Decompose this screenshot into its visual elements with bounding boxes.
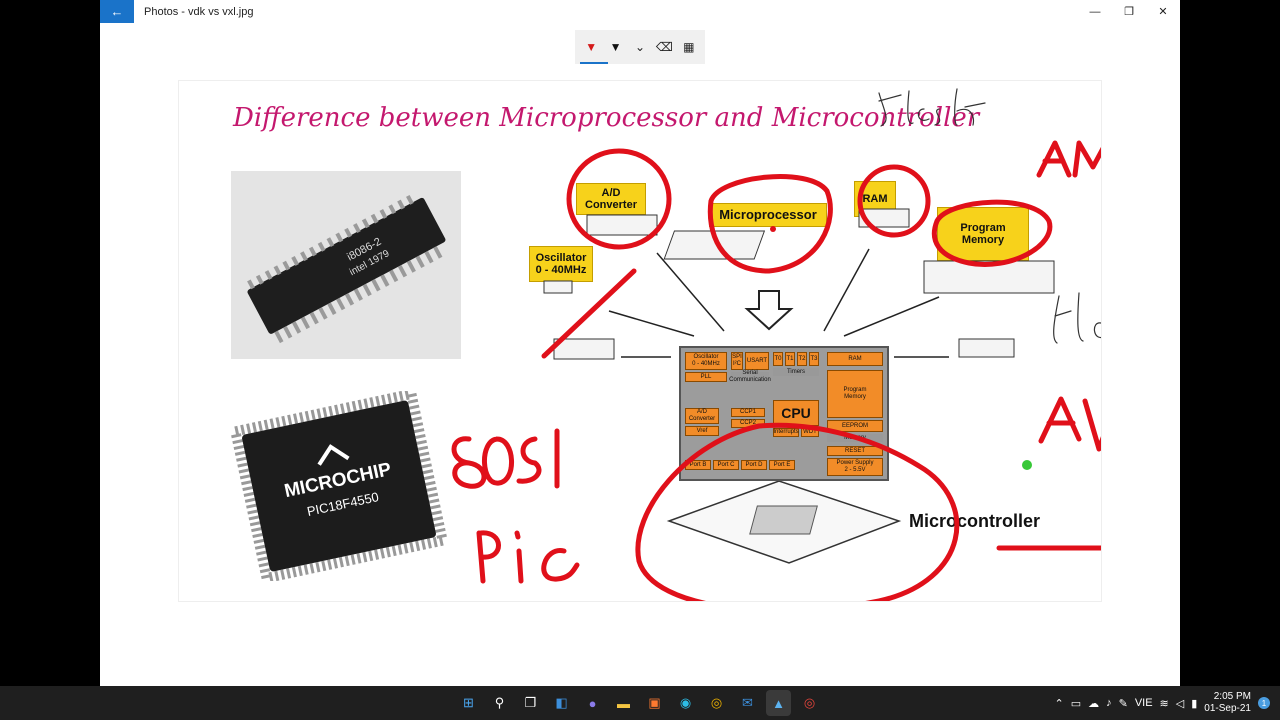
clock[interactable]: 2:05 PM 01-Sep-21 [1204,691,1251,715]
ink-text-pic [476,530,580,584]
block-serial: Serial Communication [729,370,771,383]
block-port-b: Port B [685,460,711,470]
wifi-icon[interactable]: ≋ [1160,697,1169,710]
red-pen-icon: ▼ [585,40,598,54]
file-explorer-icon[interactable]: ▬ [611,690,636,716]
block-ccp1: CCP1 [731,408,765,417]
block-port-c: Port C [713,460,739,470]
clock-time: 2:05 PM [1213,691,1251,702]
oscillator-label: Oscillator 0 - 40MHz [529,246,593,282]
eraser-tool[interactable]: ⌫ [653,34,675,60]
ink-text-8051 [451,428,560,489]
slide-title: Difference between Microprocessor and Mi… [233,103,980,133]
language-indicator[interactable]: VIE [1135,697,1153,709]
block-ad-converter: A/D Converter [685,408,719,424]
eraser-icon: ⌫ [655,40,673,54]
widgets-icon[interactable]: ◧ [549,690,574,716]
edge-icon[interactable]: ◉ [673,690,698,716]
title-bar: ← Photos - vdk vs vxl.jpg — ❐ ✕ [100,0,1180,23]
block-eeprom: EEPROM [827,420,883,432]
image-canvas[interactable]: Difference between Microprocessor and Mi… [178,80,1102,602]
block-t2: T2 [797,352,807,366]
ad-converter-label: A/D Converter [576,183,646,215]
ink-text-avr [1038,396,1101,452]
block-vref: Vref [685,426,719,436]
back-button[interactable]: ← [100,0,134,23]
block-wdt: WDT [801,428,819,437]
chrome-alt-icon[interactable]: ◎ [797,690,822,716]
system-tray: ⌃ ▭ ☁ ♪ ✎ VIE ≋ ◁ ▮ 2:05 PM 01-Sep-21 1 [1054,686,1270,720]
close-button[interactable]: ✕ [1146,0,1180,23]
block-reset: RESET [827,446,883,456]
notification-badge[interactable]: 1 [1258,697,1270,709]
window-title: Photos - vdk vs vxl.jpg [144,5,254,18]
red-pen-tool[interactable]: ▼ [580,34,609,64]
ram-label: RAM [854,181,896,217]
pen-toolbar: ▼ ▼ ⌄ ⌫ ▦ [575,30,705,64]
block-ccp2: CCP2 [731,419,765,428]
ruler-icon: ▦ [683,40,695,54]
ink-dot-red [1101,223,1102,231]
microcontroller-label: Microcontroller [909,511,1041,531]
ink-dot-green [1022,460,1032,470]
dip-chip-drawing: i8086-2 intel 1979 [231,171,461,359]
microprocessor-label: Microprocessor [709,203,827,227]
pencil-tool[interactable]: ⌄ [629,34,651,60]
block-interrupts: Interrupts [773,428,799,437]
power-icon[interactable]: ▮ [1191,697,1197,710]
microphone-icon[interactable]: ♪ [1106,697,1112,709]
block-memory: Memory [827,434,883,442]
block-spi: SPI I²C [731,352,743,370]
minimize-button[interactable]: — [1078,0,1112,23]
maximize-button[interactable]: ❐ [1112,0,1146,23]
block-t0: T0 [773,352,783,366]
photos-app-window: ← Photos - vdk vs vxl.jpg — ❐ ✕ ▼ ▼ ⌄ ⌫ … [100,0,1180,686]
block-port-d: Port D [741,460,767,470]
arrow-left-icon: ← [110,4,124,19]
ink-text-flash-right [1053,292,1101,344]
chat-icon[interactable]: ● [580,690,605,716]
microcontroller-block-diagram: Oscillator 0 - 40MHz PLL SPI I²C USART S… [679,346,889,481]
black-pen-tool[interactable]: ▼ [605,34,627,60]
block-t3: T3 [809,352,819,366]
program-memory-label: Program Memory [937,207,1029,261]
ink-stroke-oscillator [541,268,637,359]
clock-date: 01-Sep-21 [1204,703,1251,714]
windows-start-icon[interactable]: ⊞ [456,690,481,716]
pic-chip-drawing: MICROCHIP PIC18F4550 [229,387,449,585]
windows-taskbar: ⊞ ⚲ ❐ ◧ ● ▬ ▣ ◉ ◎ ✉ ▲ ◎ ⌃ ▭ ☁ ♪ ✎ VIE ≋ … [0,686,1280,720]
store-icon[interactable]: ▣ [642,690,667,716]
block-usart: USART [745,352,769,370]
block-program-memory: Program Memory [827,370,883,418]
ruler-tool[interactable]: ▦ [678,34,700,60]
block-timers: Timers [773,368,819,376]
photos-icon[interactable]: ▲ [766,690,791,716]
block-port-e: Port E [769,460,795,470]
window-controls: — ❐ ✕ [1078,0,1180,23]
block-power-supply: Power Supply 2 - 5.5V [827,458,883,476]
mail-icon[interactable]: ✉ [735,690,760,716]
ink-text-amr [1036,140,1101,178]
battery-icon[interactable]: ▭ [1071,697,1081,710]
search-icon[interactable]: ⚲ [487,690,512,716]
block-ram: RAM [827,352,883,366]
block-cpu: CPU [773,400,819,426]
volume-icon[interactable]: ◁ [1176,697,1184,710]
pen-icon[interactable]: ✎ [1119,697,1128,710]
block-oscillator: Oscillator 0 - 40MHz [685,352,727,370]
chrome-icon[interactable]: ◎ [704,690,729,716]
block-t1: T1 [785,352,795,366]
task-view-icon[interactable]: ❐ [518,690,543,716]
black-pen-icon: ▼ [609,40,622,54]
dip-chip-photo: i8086-2 intel 1979 [231,171,461,359]
block-pll: PLL [685,372,727,382]
chevron-up-icon[interactable]: ⌃ [1054,697,1063,710]
cloud-icon[interactable]: ☁ [1088,697,1099,710]
taskbar-pinned-apps: ⊞ ⚲ ❐ ◧ ● ▬ ▣ ◉ ◎ ✉ ▲ ◎ [456,690,822,716]
pencil-icon: ⌄ [634,40,645,54]
pic-chip-photo: MICROCHIP PIC18F4550 [219,387,459,585]
